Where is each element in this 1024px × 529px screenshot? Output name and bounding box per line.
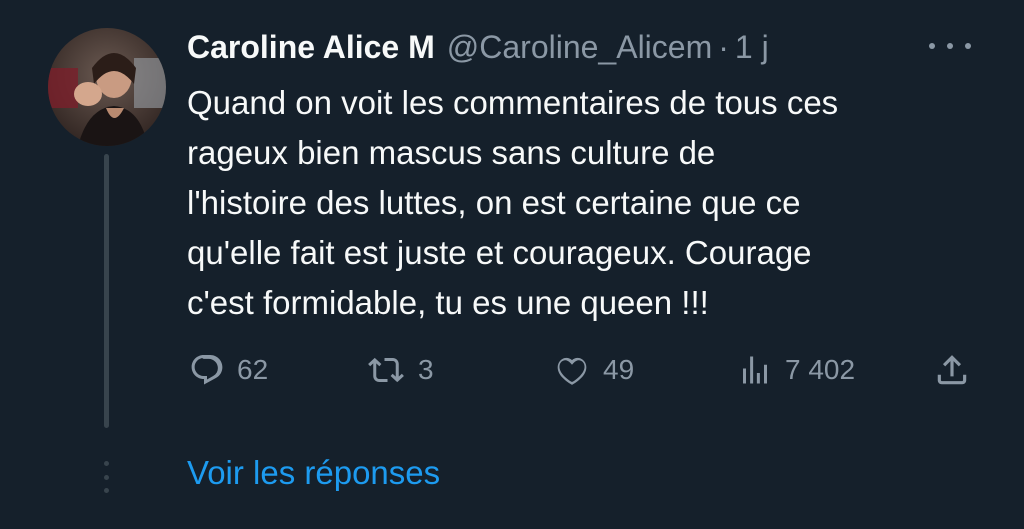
show-replies-link[interactable]: Voir les réponses bbox=[187, 454, 440, 492]
thread-dots-icon bbox=[101, 461, 112, 493]
tweet-text-line: c'est formidable, tu es une queen !!! bbox=[187, 284, 709, 321]
more-horizontal-icon bbox=[929, 43, 935, 49]
heart-icon bbox=[557, 357, 587, 385]
reply-count: 62 bbox=[237, 354, 269, 385]
share-icon bbox=[937, 355, 967, 385]
timestamp[interactable]: 1 j bbox=[735, 29, 769, 66]
retweet-icon bbox=[368, 357, 404, 383]
tweet-text-line: l'histoire des luttes, on est certaine q… bbox=[187, 184, 801, 221]
more-options-button[interactable] bbox=[929, 36, 971, 56]
user-avatar-photo-icon bbox=[48, 28, 166, 146]
user-handle[interactable]: @Caroline_Alicem bbox=[447, 29, 712, 66]
separator-dot: · bbox=[718, 28, 729, 65]
views-count: 7 402 bbox=[785, 354, 856, 385]
tweet-text-line: Quand on voit les commentaires de tous c… bbox=[187, 84, 839, 121]
retweet-count: 3 bbox=[418, 354, 434, 385]
avatar[interactable] bbox=[48, 28, 166, 146]
retweet-button[interactable]: 3 bbox=[366, 345, 434, 395]
display-name[interactable]: Caroline Alice M bbox=[187, 29, 435, 66]
like-button[interactable]: 49 bbox=[553, 345, 634, 395]
tweet-actions: 62 3 49 7 402 bbox=[0, 345, 1024, 395]
tweet-header: Caroline Alice M @Caroline_Alicem · 1 j bbox=[187, 26, 769, 68]
tweet-text-line: rageux bien mascus sans culture de bbox=[187, 134, 716, 171]
tweet-text-line: qu'elle fait est juste et courageux. Cou… bbox=[187, 234, 812, 271]
analytics-icon bbox=[743, 356, 767, 384]
views-button[interactable]: 7 402 bbox=[737, 345, 855, 395]
reply-button[interactable]: 62 bbox=[189, 345, 268, 395]
tweet[interactable]: Caroline Alice M @Caroline_Alicem · 1 j … bbox=[0, 0, 1024, 529]
like-count: 49 bbox=[603, 354, 635, 385]
share-button[interactable] bbox=[933, 345, 971, 395]
reply-icon bbox=[191, 355, 223, 385]
tweet-text: Quand on voit les commentaires de tous c… bbox=[187, 78, 987, 328]
